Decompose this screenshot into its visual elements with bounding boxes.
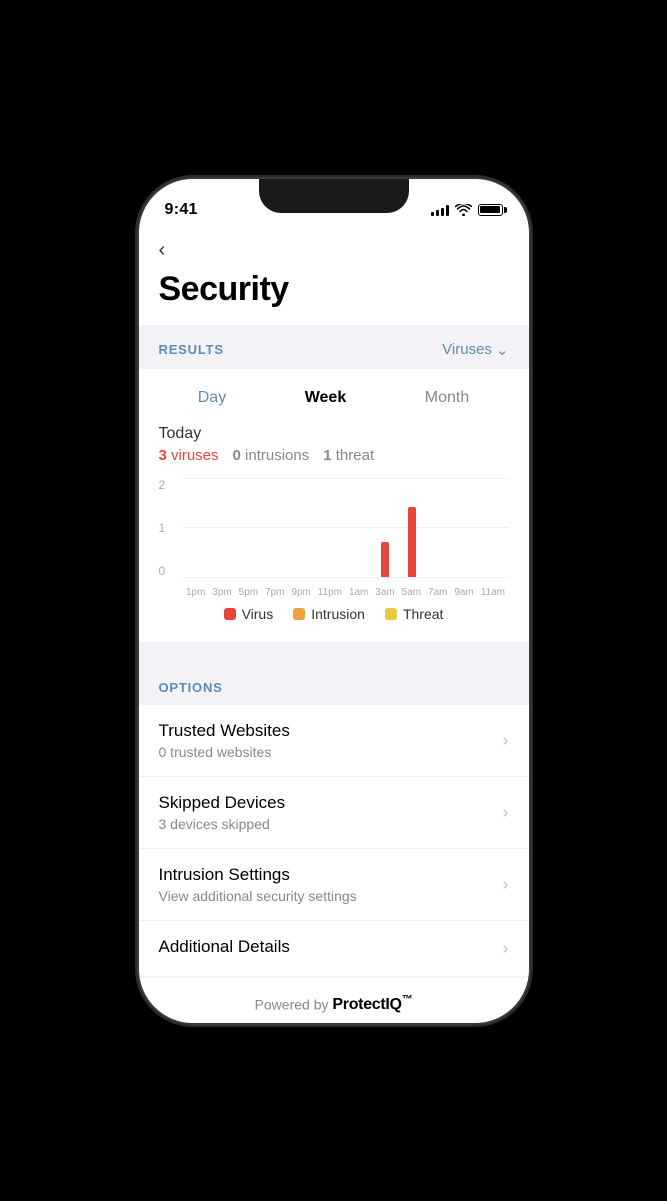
trusted-websites-text: Trusted Websites 0 trusted websites: [159, 721, 503, 760]
stats-row: 3 viruses 0 intrusions 1 threat: [159, 447, 509, 464]
x-labels: 1pm 3pm 5pm 7pm 9pm 11pm 1am 3am 5am 7am…: [183, 587, 509, 598]
intrusions-count: 0: [233, 447, 241, 464]
additional-details-text: Additional Details: [159, 937, 503, 960]
results-label: RESULTS: [159, 342, 224, 357]
virus-bar-3am: [381, 542, 389, 577]
options-section: OPTIONS Trusted Websites 0 trusted websi…: [139, 666, 529, 976]
results-header: RESULTS Viruses ⌄: [139, 327, 529, 369]
bars-container: [183, 478, 509, 577]
x-label-9am: 9am: [454, 587, 473, 598]
x-label-1am: 1am: [349, 587, 368, 598]
tab-month[interactable]: Month: [413, 385, 481, 411]
option-skipped-devices[interactable]: Skipped Devices 3 devices skipped ›: [139, 777, 529, 849]
status-time: 9:41: [165, 201, 198, 219]
footer-brand: ProtectIQ™: [332, 996, 412, 1013]
battery-icon: [478, 204, 503, 216]
threat-legend-label: Threat: [403, 606, 443, 622]
threat-legend-dot: [385, 608, 397, 620]
trusted-websites-title: Trusted Websites: [159, 721, 503, 741]
notch: [259, 179, 409, 213]
chart-y-labels: 2 1 0: [159, 478, 179, 578]
y-label-1: 1: [159, 521, 179, 535]
footer-tm: ™: [402, 994, 413, 1006]
footer-powered-by: Powered by: [255, 996, 333, 1012]
intrusions-stat: 0 intrusions: [233, 447, 310, 464]
intrusion-legend-dot: [293, 608, 305, 620]
x-label-7pm: 7pm: [265, 587, 284, 598]
chart-legend: Virus Intrusion Threat: [159, 606, 509, 622]
filter-dropdown[interactable]: Viruses ⌄: [442, 341, 508, 359]
bar-group-3am: [378, 542, 392, 577]
options-list: Trusted Websites 0 trusted websites › Sk…: [139, 705, 529, 976]
trusted-websites-chevron: ›: [503, 730, 509, 751]
option-intrusion-settings[interactable]: Intrusion Settings View additional secur…: [139, 849, 529, 921]
viruses-stat: 3 viruses: [159, 447, 219, 464]
x-label-11am: 11am: [481, 587, 505, 598]
chevron-down-icon: ⌄: [496, 341, 509, 359]
x-label-7am: 7am: [428, 587, 447, 598]
y-label-0: 0: [159, 564, 179, 578]
header-section: ‹ Security: [139, 227, 529, 325]
phone-screen: 9:41 ‹ Security: [139, 179, 529, 1023]
intrusions-label: intrusions: [245, 447, 309, 464]
intrusion-settings-subtitle: View additional security settings: [159, 888, 503, 904]
y-label-2: 2: [159, 478, 179, 492]
intrusion-settings-text: Intrusion Settings View additional secur…: [159, 865, 503, 904]
skipped-devices-chevron: ›: [503, 802, 509, 823]
signal-icon: [431, 204, 449, 216]
content-area: ‹ Security RESULTS Viruses ⌄ Day Week: [139, 227, 529, 1023]
skipped-devices-title: Skipped Devices: [159, 793, 503, 813]
virus-legend-dot: [224, 608, 236, 620]
option-trusted-websites[interactable]: Trusted Websites 0 trusted websites ›: [139, 705, 529, 777]
virus-bar-5am: [408, 507, 416, 577]
tab-day[interactable]: Day: [186, 385, 238, 411]
trusted-websites-subtitle: 0 trusted websites: [159, 744, 503, 760]
x-label-1pm: 1pm: [186, 587, 205, 598]
bar-group-5am: [405, 507, 419, 577]
intrusion-legend-label: Intrusion: [311, 606, 365, 622]
chart-card: Day Week Month Today 3 viruses: [139, 369, 529, 642]
skipped-devices-subtitle: 3 devices skipped: [159, 816, 503, 832]
footer: Powered by ProtectIQ™: [139, 978, 529, 1023]
viruses-count: 3: [159, 447, 167, 464]
options-label: OPTIONS: [139, 666, 529, 705]
wifi-icon: [455, 204, 472, 216]
page-title: Security: [159, 270, 509, 309]
intrusion-settings-chevron: ›: [503, 874, 509, 895]
threat-count: 1: [323, 447, 331, 464]
x-label-3pm: 3pm: [212, 587, 231, 598]
results-section: RESULTS Viruses ⌄ Day Week Month: [139, 327, 529, 642]
today-label: Today: [159, 425, 509, 443]
x-label-11pm: 11pm: [318, 587, 342, 598]
threat-label: threat: [336, 447, 374, 464]
x-label-9pm: 9pm: [291, 587, 310, 598]
legend-threat: Threat: [385, 606, 443, 622]
filter-label: Viruses: [442, 341, 492, 358]
legend-virus: Virus: [224, 606, 274, 622]
x-label-5am: 5am: [402, 587, 421, 598]
viruses-label: viruses: [171, 447, 219, 464]
skipped-devices-text: Skipped Devices 3 devices skipped: [159, 793, 503, 832]
back-button[interactable]: ‹: [159, 235, 166, 266]
phone-frame: 9:41 ‹ Security: [139, 179, 529, 1023]
time-tabs: Day Week Month: [159, 385, 509, 411]
tab-week[interactable]: Week: [293, 385, 359, 411]
x-label-5pm: 5pm: [239, 587, 258, 598]
additional-details-chevron: ›: [503, 938, 509, 959]
legend-intrusion: Intrusion: [293, 606, 365, 622]
status-icons: [431, 204, 503, 216]
chart-inner: [183, 478, 509, 578]
option-additional-details[interactable]: Additional Details ›: [139, 921, 529, 976]
today-stats: Today 3 viruses 0 intrusions 1: [159, 425, 509, 464]
intrusion-settings-title: Intrusion Settings: [159, 865, 503, 885]
chart-area: 2 1 0: [159, 478, 509, 598]
x-label-3am: 3am: [375, 587, 394, 598]
virus-legend-label: Virus: [242, 606, 274, 622]
threat-stat: 1 threat: [323, 447, 374, 464]
additional-details-title: Additional Details: [159, 937, 503, 957]
